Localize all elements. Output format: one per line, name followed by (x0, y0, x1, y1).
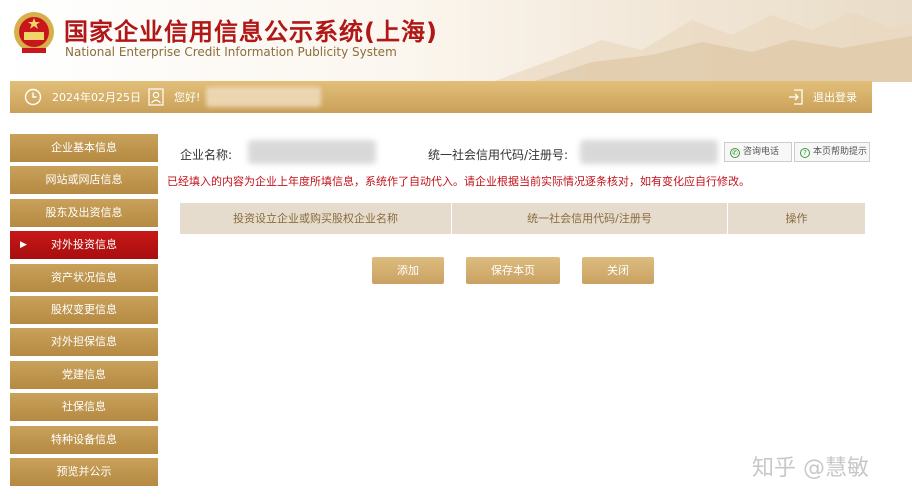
redacted-credit-code (580, 140, 718, 164)
sidebar-item-asset-info[interactable]: 资产状况信息 (10, 263, 158, 292)
logout-icon[interactable] (788, 88, 804, 106)
sidebar-item-label: 股权变更信息 (51, 302, 117, 316)
mountain-background (492, 12, 912, 82)
redacted-company-name (248, 140, 376, 164)
sidebar-item-shareholder-info[interactable]: 股东及出资信息 (10, 198, 158, 227)
sidebar-item-equity-change-info[interactable]: 股权变更信息 (10, 295, 158, 324)
site-header: 国家企业信用信息公示系统(上海) National Enterprise Cre… (0, 0, 912, 82)
sidebar-item-investment-info[interactable]: ▶ 对外投资信息 (10, 231, 158, 260)
credit-code-label: 统一社会信用代码/注册号: (428, 148, 569, 162)
save-page-button[interactable]: 保存本页 (466, 257, 560, 284)
national-emblem-icon (14, 12, 54, 53)
sidebar-item-label: 股东及出资信息 (45, 205, 123, 219)
sidebar-item-website-info[interactable]: 网站或网店信息 (10, 166, 158, 195)
sidebar-nav: 企业基本信息 网站或网店信息 股东及出资信息 ▶ 对外投资信息 资产状况信息 股权… (10, 134, 158, 490)
redacted-username (206, 87, 321, 107)
logout-link[interactable]: 退出登录 (813, 89, 857, 105)
auto-fill-notice: 已经填入的内容为企业上年度所填信息，系统作了自动代入。请企业根据当前实际情况逐条… (167, 175, 750, 188)
sidebar-item-special-equipment-info[interactable]: 特种设备信息 (10, 425, 158, 454)
sidebar-item-preview-publish[interactable]: 预览并公示 (10, 457, 158, 486)
user-icon (148, 88, 164, 106)
sidebar-item-label: 特种设备信息 (51, 432, 117, 446)
consult-phone-label: 咨询电话 (743, 147, 780, 157)
help-icon: ? (800, 148, 810, 158)
help-button[interactable]: ? 本页帮助提示 (794, 142, 870, 162)
watermark: 知乎 @慧敏 (752, 456, 869, 481)
consult-phone-button[interactable]: ✆ 咨询电话 (724, 142, 792, 162)
greeting-text: 您好! (174, 91, 201, 104)
sidebar-item-label: 党建信息 (62, 367, 106, 381)
current-date: 2024年02月25日 (52, 91, 141, 104)
phone-icon: ✆ (730, 148, 740, 158)
sidebar-item-party-info[interactable]: 党建信息 (10, 360, 158, 389)
investment-table-header: 投资设立企业或购买股权企业名称 统一社会信用代码/注册号 操作 (180, 203, 865, 234)
column-header-company-name: 投资设立企业或购买股权企业名称 (180, 203, 452, 234)
active-arrow-icon: ▶ (20, 240, 27, 251)
sidebar-item-label: 网站或网店信息 (45, 173, 123, 187)
column-header-credit-code: 统一社会信用代码/注册号 (452, 203, 728, 234)
add-button[interactable]: 添加 (372, 257, 444, 284)
top-bar: 2024年02月25日 您好! 退出登录 (10, 81, 872, 113)
sidebar-item-label: 对外担保信息 (51, 335, 117, 349)
sidebar-item-label: 企业基本信息 (51, 141, 117, 154)
sidebar-item-label: 预览并公示 (56, 464, 112, 478)
sidebar-item-guarantee-info[interactable]: 对外担保信息 (10, 328, 158, 357)
clock-icon (24, 88, 42, 106)
company-name-label: 企业名称: (180, 148, 233, 162)
sidebar-item-social-security-info[interactable]: 社保信息 (10, 393, 158, 422)
site-title: 国家企业信用信息公示系统(上海) (64, 18, 438, 46)
sidebar-item-label: 社保信息 (62, 400, 106, 414)
close-button[interactable]: 关闭 (582, 257, 654, 284)
site-subtitle: National Enterprise Credit Information P… (65, 45, 397, 59)
sidebar-item-basic-info[interactable]: 企业基本信息 (10, 134, 158, 162)
help-label: 本页帮助提示 (813, 147, 868, 157)
sidebar-item-label: 对外投资信息 (51, 238, 117, 252)
column-header-actions: 操作 (785, 212, 808, 225)
sidebar-item-label: 资产状况信息 (51, 270, 117, 284)
